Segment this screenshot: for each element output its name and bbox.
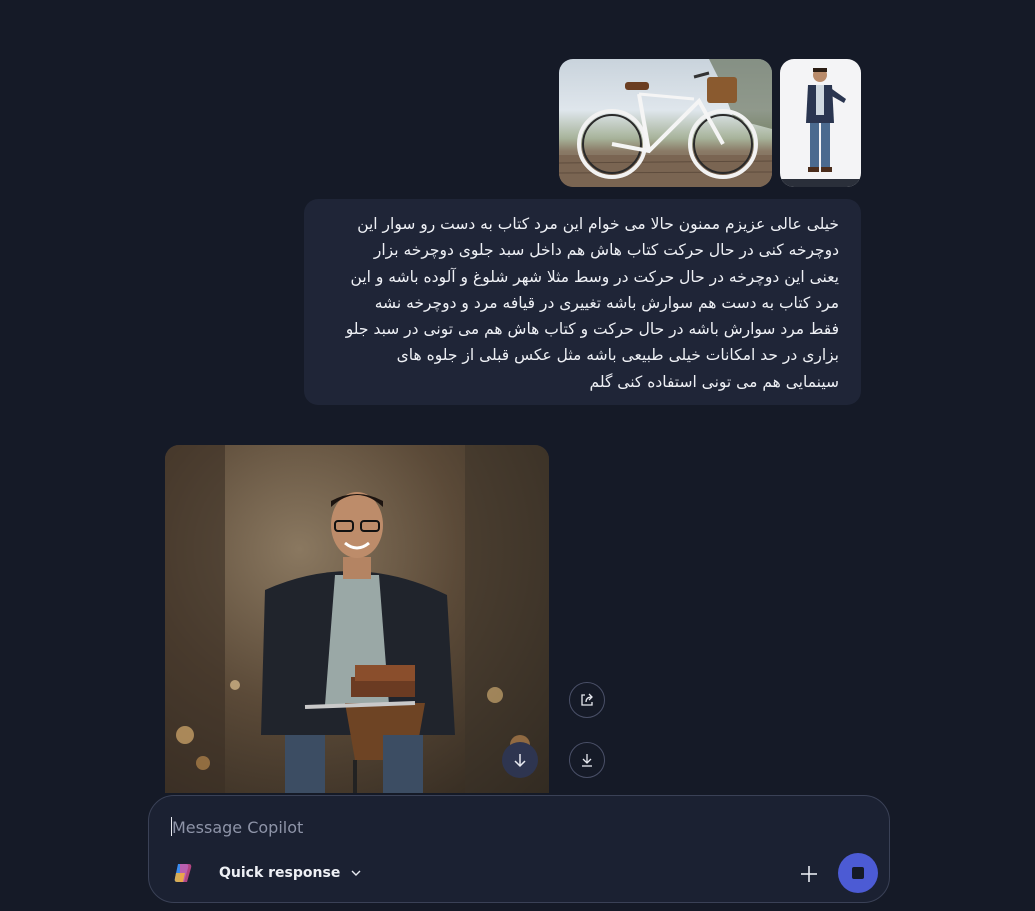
user-message-text: خیلی عالی عزیزم ممنون حالا می خوام این م… [324, 211, 839, 395]
add-attachment-button[interactable] [795, 860, 823, 888]
plus-icon [801, 866, 817, 882]
arrow-down-icon [514, 754, 526, 768]
stop-generating-button[interactable] [838, 853, 878, 893]
user-attachments [559, 59, 861, 187]
image-download-button[interactable] [502, 742, 538, 778]
share-icon [581, 693, 593, 706]
chevron-down-icon [351, 870, 361, 876]
download-button[interactable] [569, 742, 605, 778]
bicycle-photo [559, 59, 772, 187]
man-standing-photo [780, 68, 861, 187]
message-line: خیلی عالی عزیزم ممنون حالا می خوام این م… [357, 215, 839, 233]
man-riding-bicycle-image [165, 445, 549, 793]
message-line: دوچرخه کنی در حال حرکت کتاب هاش هم داخل … [373, 241, 839, 260]
share-button[interactable] [569, 682, 605, 718]
man-thumbnail[interactable] [780, 59, 861, 187]
download-icon [582, 754, 592, 767]
bicycle-thumbnail[interactable] [559, 59, 772, 187]
message-composer: Quick response [148, 795, 890, 903]
message-line: فقط مرد سوارش باشه در حال حرکت و کتاب ها… [345, 320, 839, 339]
response-mode-label: Quick response [219, 865, 341, 881]
user-message-bubble: خیلی عالی عزیزم ممنون حالا می خوام این م… [304, 199, 861, 405]
response-mode-dropdown[interactable]: Quick response [207, 858, 374, 888]
message-line: مرد کتاب به دست هم سوارش باشه تغییری در … [374, 293, 839, 312]
copilot-logo-icon [171, 861, 195, 885]
message-line: بزاری در حد امکانات خیلی طبیعی باشه مثل … [396, 346, 839, 365]
message-input[interactable] [170, 812, 854, 842]
stop-icon [852, 867, 864, 879]
message-line: سینمایی هم می تونی استفاده کنی گلم [589, 372, 839, 391]
generated-image[interactable] [165, 445, 549, 793]
message-line: یعنی این دوچرخه در حال حرکت در وسط مثلا … [350, 267, 839, 286]
